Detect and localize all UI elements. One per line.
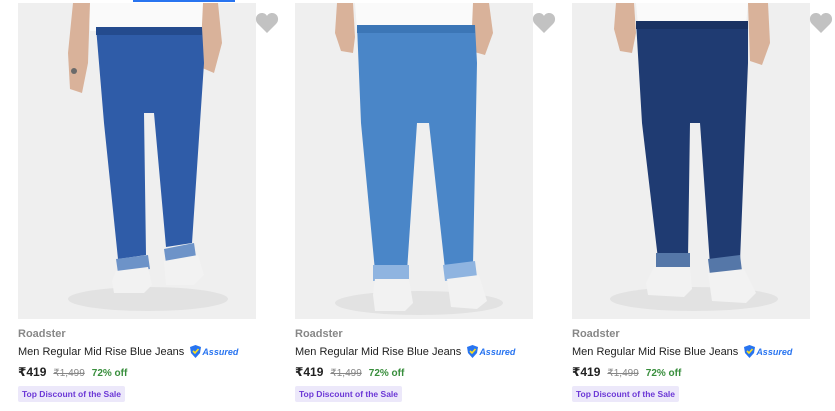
original-price: ₹1,499	[330, 368, 362, 379]
product-card[interactable]: Roadster Men Regular Mid Rise Blue Jeans…	[295, 0, 556, 411]
product-brand: Roadster	[295, 328, 343, 340]
product-title-row[interactable]: Men Regular Mid Rise Blue Jeans Assured	[572, 345, 792, 358]
product-card[interactable]: Roadster Men Regular Mid Rise Blue Jeans…	[18, 0, 279, 411]
product-image[interactable]	[572, 3, 810, 319]
product-card[interactable]: Roadster Men Regular Mid Rise Blue Jeans…	[572, 0, 833, 411]
product-image[interactable]	[18, 3, 256, 319]
product-image[interactable]	[295, 3, 533, 319]
price-row: ₹419 ₹1,499 72% off	[572, 365, 681, 379]
assured-badge: Assured	[467, 345, 515, 358]
offer-badge: Top Discount of the Sale	[295, 386, 403, 402]
original-price: ₹1,499	[53, 368, 85, 379]
selling-price: ₹419	[18, 365, 47, 379]
assured-badge: Assured	[744, 345, 792, 358]
product-title[interactable]: Men Regular Mid Rise Blue Jeans	[18, 346, 184, 358]
product-brand: Roadster	[572, 328, 620, 340]
original-price: ₹1,499	[607, 368, 639, 379]
assured-label: Assured	[756, 346, 793, 357]
product-title[interactable]: Men Regular Mid Rise Blue Jeans	[295, 346, 461, 358]
discount-percent: 72% off	[368, 368, 405, 379]
wishlist-heart-icon[interactable]	[532, 12, 556, 34]
offer-badge: Top Discount of the Sale	[18, 386, 126, 402]
selling-price: ₹419	[295, 365, 324, 379]
assured-label: Assured	[202, 346, 239, 357]
assured-label: Assured	[479, 346, 516, 357]
selling-price: ₹419	[572, 365, 601, 379]
product-title-row[interactable]: Men Regular Mid Rise Blue Jeans Assured	[295, 345, 515, 358]
product-title[interactable]: Men Regular Mid Rise Blue Jeans	[572, 346, 738, 358]
shield-icon	[467, 345, 479, 358]
wishlist-heart-icon[interactable]	[255, 12, 279, 34]
discount-percent: 72% off	[645, 368, 682, 379]
product-brand: Roadster	[18, 328, 66, 340]
shield-icon	[190, 345, 202, 358]
assured-badge: Assured	[190, 345, 238, 358]
price-row: ₹419 ₹1,499 72% off	[295, 365, 404, 379]
shield-icon	[744, 345, 756, 358]
wishlist-heart-icon[interactable]	[809, 12, 833, 34]
product-grid: Roadster Men Regular Mid Rise Blue Jeans…	[0, 0, 835, 411]
product-title-row[interactable]: Men Regular Mid Rise Blue Jeans Assured	[18, 345, 238, 358]
discount-percent: 72% off	[91, 368, 128, 379]
offer-badge: Top Discount of the Sale	[572, 386, 680, 402]
price-row: ₹419 ₹1,499 72% off	[18, 365, 127, 379]
